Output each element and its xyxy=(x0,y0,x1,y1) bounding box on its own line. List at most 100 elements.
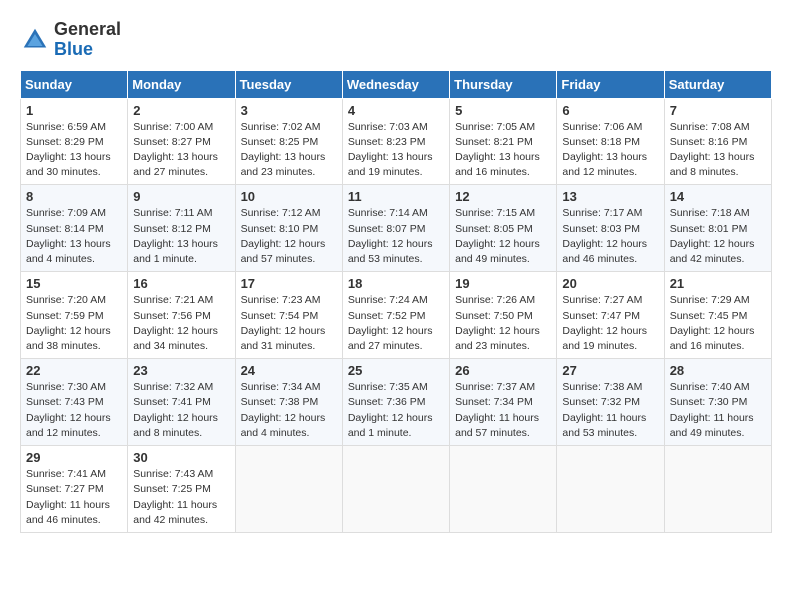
calendar-cell: 9 Sunrise: 7:11 AM Sunset: 8:12 PM Dayli… xyxy=(128,185,235,272)
day-number: 12 xyxy=(455,189,551,204)
day-info: Sunrise: 7:35 AM Sunset: 7:36 PM Dayligh… xyxy=(348,380,444,441)
sunrise-label: Sunrise: 7:40 AM xyxy=(670,381,750,393)
day-number: 1 xyxy=(26,103,122,118)
day-number: 19 xyxy=(455,276,551,291)
sunrise-label: Sunrise: 6:59 AM xyxy=(26,121,106,133)
logo-icon xyxy=(20,25,50,55)
day-info: Sunrise: 7:11 AM Sunset: 8:12 PM Dayligh… xyxy=(133,206,229,267)
day-info: Sunrise: 7:15 AM Sunset: 8:05 PM Dayligh… xyxy=(455,206,551,267)
calendar-cell: 11 Sunrise: 7:14 AM Sunset: 8:07 PM Dayl… xyxy=(342,185,449,272)
sunset-label: Sunset: 7:38 PM xyxy=(241,396,319,408)
sunset-label: Sunset: 7:52 PM xyxy=(348,310,426,322)
day-info: Sunrise: 7:05 AM Sunset: 8:21 PM Dayligh… xyxy=(455,120,551,181)
calendar-cell: 3 Sunrise: 7:02 AM Sunset: 8:25 PM Dayli… xyxy=(235,98,342,185)
calendar-table: SundayMondayTuesdayWednesdayThursdayFrid… xyxy=(20,70,772,533)
daylight-label: Daylight: 13 hours and 23 minutes. xyxy=(241,151,326,178)
sunset-label: Sunset: 8:07 PM xyxy=(348,223,426,235)
sunset-label: Sunset: 7:27 PM xyxy=(26,483,104,495)
sunrise-label: Sunrise: 7:03 AM xyxy=(348,121,428,133)
weekday-monday: Monday xyxy=(128,70,235,98)
weekday-saturday: Saturday xyxy=(664,70,771,98)
sunset-label: Sunset: 7:54 PM xyxy=(241,310,319,322)
day-info: Sunrise: 7:12 AM Sunset: 8:10 PM Dayligh… xyxy=(241,206,337,267)
day-number: 4 xyxy=(348,103,444,118)
day-info: Sunrise: 7:41 AM Sunset: 7:27 PM Dayligh… xyxy=(26,467,122,528)
day-number: 10 xyxy=(241,189,337,204)
daylight-label: Daylight: 12 hours and 31 minutes. xyxy=(241,325,326,352)
sunrise-label: Sunrise: 7:34 AM xyxy=(241,381,321,393)
calendar-cell: 28 Sunrise: 7:40 AM Sunset: 7:30 PM Dayl… xyxy=(664,359,771,446)
calendar-cell xyxy=(664,446,771,533)
sunrise-label: Sunrise: 7:18 AM xyxy=(670,207,750,219)
day-info: Sunrise: 7:06 AM Sunset: 8:18 PM Dayligh… xyxy=(562,120,658,181)
daylight-label: Daylight: 13 hours and 12 minutes. xyxy=(562,151,647,178)
sunrise-label: Sunrise: 7:17 AM xyxy=(562,207,642,219)
day-info: Sunrise: 7:21 AM Sunset: 7:56 PM Dayligh… xyxy=(133,293,229,354)
calendar-cell: 12 Sunrise: 7:15 AM Sunset: 8:05 PM Dayl… xyxy=(450,185,557,272)
sunset-label: Sunset: 8:10 PM xyxy=(241,223,319,235)
calendar-cell: 29 Sunrise: 7:41 AM Sunset: 7:27 PM Dayl… xyxy=(21,446,128,533)
daylight-label: Daylight: 13 hours and 16 minutes. xyxy=(455,151,540,178)
calendar-cell: 23 Sunrise: 7:32 AM Sunset: 7:41 PM Dayl… xyxy=(128,359,235,446)
daylight-label: Daylight: 13 hours and 1 minute. xyxy=(133,238,218,265)
sunset-label: Sunset: 7:34 PM xyxy=(455,396,533,408)
sunset-label: Sunset: 7:56 PM xyxy=(133,310,211,322)
day-info: Sunrise: 7:02 AM Sunset: 8:25 PM Dayligh… xyxy=(241,120,337,181)
sunset-label: Sunset: 8:23 PM xyxy=(348,136,426,148)
calendar-cell: 7 Sunrise: 7:08 AM Sunset: 8:16 PM Dayli… xyxy=(664,98,771,185)
daylight-label: Daylight: 12 hours and 23 minutes. xyxy=(455,325,540,352)
day-info: Sunrise: 7:40 AM Sunset: 7:30 PM Dayligh… xyxy=(670,380,766,441)
daylight-label: Daylight: 13 hours and 8 minutes. xyxy=(670,151,755,178)
sunset-label: Sunset: 8:16 PM xyxy=(670,136,748,148)
sunrise-label: Sunrise: 7:14 AM xyxy=(348,207,428,219)
calendar-cell: 27 Sunrise: 7:38 AM Sunset: 7:32 PM Dayl… xyxy=(557,359,664,446)
day-info: Sunrise: 7:32 AM Sunset: 7:41 PM Dayligh… xyxy=(133,380,229,441)
calendar-cell: 4 Sunrise: 7:03 AM Sunset: 8:23 PM Dayli… xyxy=(342,98,449,185)
daylight-label: Daylight: 12 hours and 4 minutes. xyxy=(241,412,326,439)
logo-blue: Blue xyxy=(54,39,93,59)
daylight-label: Daylight: 13 hours and 27 minutes. xyxy=(133,151,218,178)
sunrise-label: Sunrise: 7:15 AM xyxy=(455,207,535,219)
sunrise-label: Sunrise: 7:20 AM xyxy=(26,294,106,306)
daylight-label: Daylight: 12 hours and 38 minutes. xyxy=(26,325,111,352)
day-info: Sunrise: 7:17 AM Sunset: 8:03 PM Dayligh… xyxy=(562,206,658,267)
calendar-cell: 13 Sunrise: 7:17 AM Sunset: 8:03 PM Dayl… xyxy=(557,185,664,272)
day-number: 25 xyxy=(348,363,444,378)
sunrise-label: Sunrise: 7:26 AM xyxy=(455,294,535,306)
day-number: 2 xyxy=(133,103,229,118)
sunset-label: Sunset: 7:41 PM xyxy=(133,396,211,408)
calendar-cell: 19 Sunrise: 7:26 AM Sunset: 7:50 PM Dayl… xyxy=(450,272,557,359)
day-info: Sunrise: 7:38 AM Sunset: 7:32 PM Dayligh… xyxy=(562,380,658,441)
page-header: GeneralBlue xyxy=(20,20,772,60)
sunrise-label: Sunrise: 7:21 AM xyxy=(133,294,213,306)
calendar-cell: 30 Sunrise: 7:43 AM Sunset: 7:25 PM Dayl… xyxy=(128,446,235,533)
calendar-cell: 8 Sunrise: 7:09 AM Sunset: 8:14 PM Dayli… xyxy=(21,185,128,272)
sunset-label: Sunset: 8:05 PM xyxy=(455,223,533,235)
daylight-label: Daylight: 13 hours and 4 minutes. xyxy=(26,238,111,265)
daylight-label: Daylight: 12 hours and 16 minutes. xyxy=(670,325,755,352)
calendar-cell: 2 Sunrise: 7:00 AM Sunset: 8:27 PM Dayli… xyxy=(128,98,235,185)
day-number: 11 xyxy=(348,189,444,204)
day-number: 6 xyxy=(562,103,658,118)
sunset-label: Sunset: 7:43 PM xyxy=(26,396,104,408)
day-number: 27 xyxy=(562,363,658,378)
daylight-label: Daylight: 12 hours and 12 minutes. xyxy=(26,412,111,439)
day-number: 26 xyxy=(455,363,551,378)
day-number: 15 xyxy=(26,276,122,291)
day-info: Sunrise: 7:29 AM Sunset: 7:45 PM Dayligh… xyxy=(670,293,766,354)
sunrise-label: Sunrise: 7:00 AM xyxy=(133,121,213,133)
day-info: Sunrise: 7:34 AM Sunset: 7:38 PM Dayligh… xyxy=(241,380,337,441)
day-number: 16 xyxy=(133,276,229,291)
daylight-label: Daylight: 12 hours and 42 minutes. xyxy=(670,238,755,265)
weekday-friday: Friday xyxy=(557,70,664,98)
calendar-body: 1 Sunrise: 6:59 AM Sunset: 8:29 PM Dayli… xyxy=(21,98,772,532)
day-number: 8 xyxy=(26,189,122,204)
day-number: 17 xyxy=(241,276,337,291)
day-number: 30 xyxy=(133,450,229,465)
calendar-cell: 6 Sunrise: 7:06 AM Sunset: 8:18 PM Dayli… xyxy=(557,98,664,185)
sunrise-label: Sunrise: 7:06 AM xyxy=(562,121,642,133)
week-row-3: 15 Sunrise: 7:20 AM Sunset: 7:59 PM Dayl… xyxy=(21,272,772,359)
daylight-label: Daylight: 12 hours and 27 minutes. xyxy=(348,325,433,352)
sunrise-label: Sunrise: 7:38 AM xyxy=(562,381,642,393)
day-number: 5 xyxy=(455,103,551,118)
